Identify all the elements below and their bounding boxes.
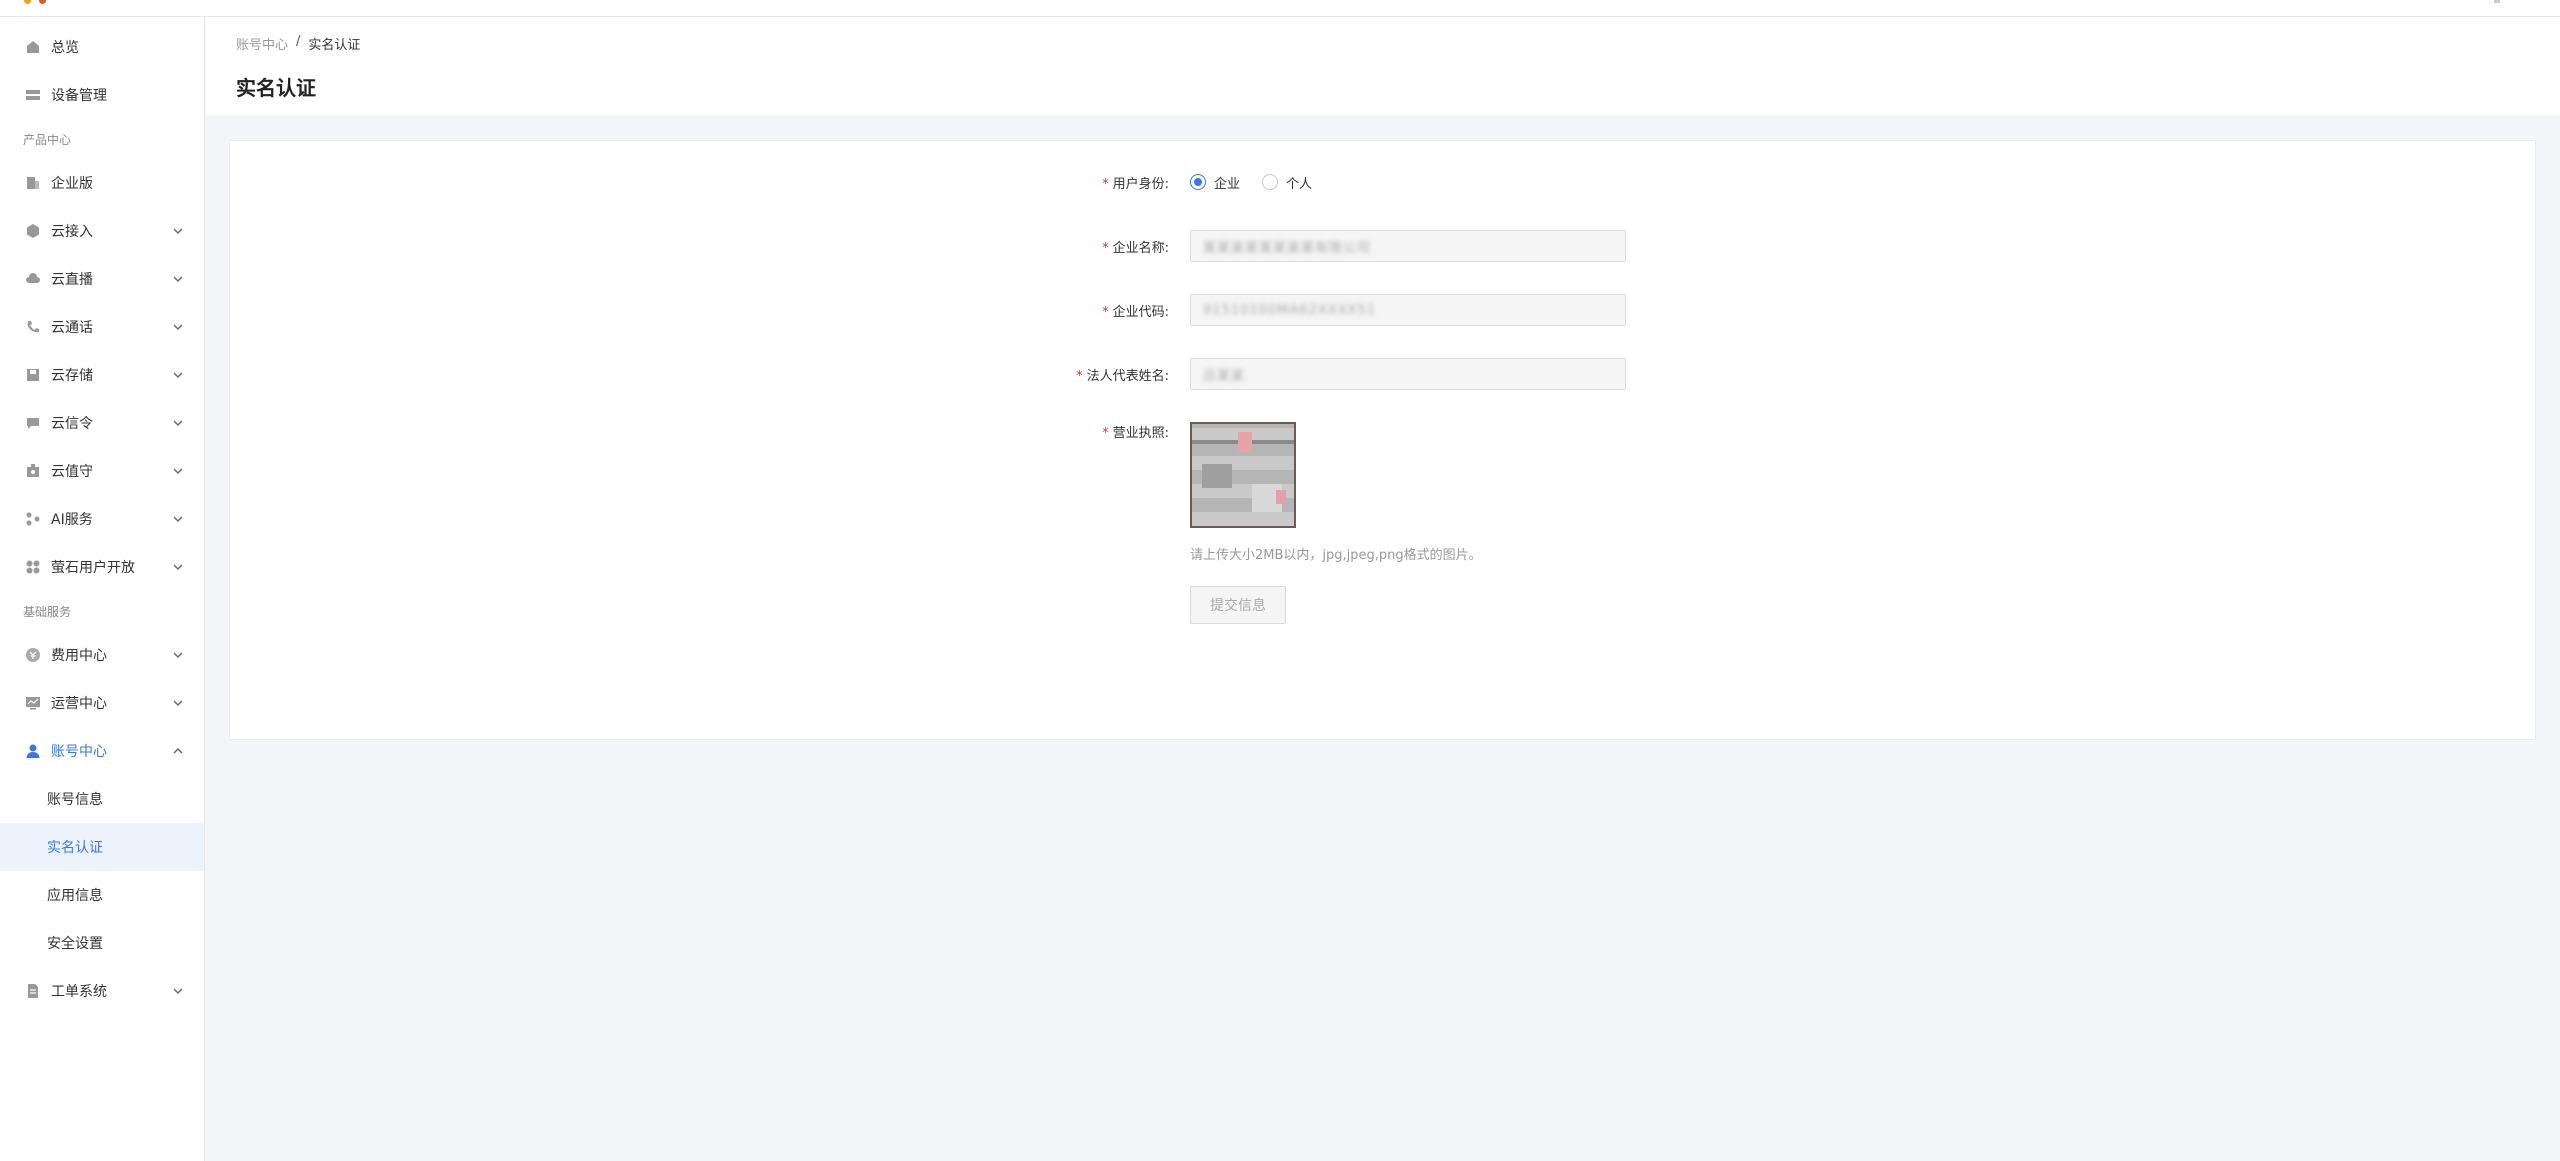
company-code-input[interactable]: 91510100MA62XXXX51 [1190, 294, 1626, 326]
sidebar-subitem-real-name[interactable]: 实名认证 [0, 823, 204, 871]
section-label-product: 产品中心 [23, 132, 72, 147]
chevron-down-icon [173, 372, 183, 378]
identity-radio-group: 企业 个人 [1190, 173, 1334, 192]
chevron-down-icon [173, 468, 183, 474]
fee-icon [25, 647, 41, 663]
sidebar-item-cloud-live[interactable]: 云直播 [0, 255, 204, 303]
home-icon [25, 39, 41, 55]
cloud-live-icon [25, 271, 41, 287]
sidebar-subitem-account-info[interactable]: 账号信息 [0, 775, 204, 823]
radio-label-personal[interactable]: 个人 [1286, 173, 1312, 192]
chevron-down-icon [173, 652, 183, 658]
user-icon [25, 743, 41, 759]
sidebar-item-label: 云接入 [51, 224, 93, 240]
breadcrumb-separator: / [296, 34, 301, 49]
guard-icon [25, 463, 41, 479]
page-header: 账号中心 / 实名认证 实名认证 [206, 17, 2560, 115]
radio-personal[interactable] [1262, 174, 1279, 190]
sidebar-item-cloud-call[interactable]: 云通话 [0, 303, 204, 351]
sidebar-item-device[interactable]: 设备管理 [0, 71, 204, 119]
sidebar-item-label: 费用中心 [51, 648, 107, 664]
sidebar-item-label: 云存储 [51, 368, 93, 384]
chevron-down-icon [173, 420, 183, 426]
message-icon [25, 415, 41, 431]
breadcrumb-current: 实名认证 [308, 38, 361, 53]
chevron-down-icon [173, 324, 183, 330]
phone-icon [25, 319, 41, 335]
sidebar-subitem-security[interactable]: 安全设置 [0, 919, 204, 967]
sidebar-subitem-app-info[interactable]: 应用信息 [0, 871, 204, 919]
chevron-down-icon [173, 988, 183, 994]
building-icon [25, 175, 41, 191]
sidebar-item-enterprise[interactable]: 企业版 [0, 159, 204, 207]
sidebar-item-label: 萤石用户开放 [51, 560, 135, 576]
identity-label: * 用户身份: [1102, 176, 1169, 192]
sidebar-item-cloud-signal[interactable]: 云信令 [0, 399, 204, 447]
sidebar-item-label: AI服务 [51, 512, 93, 528]
sidebar-item-operations[interactable]: 运营中心 [0, 679, 204, 727]
top-bar [0, 0, 2560, 17]
operations-icon [25, 695, 41, 711]
sidebar-item-label: 总览 [51, 40, 79, 56]
chevron-down-icon [173, 228, 183, 234]
device-icon [25, 87, 41, 103]
sidebar-item-label: 云信令 [51, 416, 93, 432]
form-row-legal-rep: * 法人代表姓名: 吕某某 [230, 358, 2535, 390]
sidebar-item-label: 账号中心 [51, 744, 107, 760]
sidebar-item-label: 企业版 [51, 176, 93, 192]
company-code-value: 91510100MA62XXXX51 [1203, 302, 1376, 318]
real-name-form-card: * 用户身份: 企业 个人 * 企业名称: 某某某某某某某某有限公司 * 企业代码: … [229, 140, 2536, 740]
sidebar-item-overview[interactable]: 总览 [0, 23, 204, 71]
chevron-up-icon [173, 748, 183, 754]
license-label: * 营业执照: [1102, 426, 1169, 441]
company-name-label: * 企业名称: [1102, 240, 1169, 256]
cloud-access-icon [25, 223, 41, 239]
legal-rep-value: 吕某某 [1203, 368, 1246, 384]
breadcrumb: 账号中心 / 实名认证 [236, 34, 360, 53]
radio-enterprise[interactable] [1190, 174, 1206, 190]
form-row-company-code: * 企业代码: 91510100MA62XXXX51 [230, 294, 2535, 326]
sidebar-item-cloud-access[interactable]: 云接入 [0, 207, 204, 255]
sidebar-item-label: 云通话 [51, 320, 93, 336]
ai-icon [25, 511, 41, 527]
license-image-thumbnail[interactable] [1190, 422, 1296, 528]
sidebar-item-users-open[interactable]: 萤石用户开放 [0, 543, 204, 591]
chevron-down-icon [173, 516, 183, 522]
sidebar-item-cloud-storage[interactable]: 云存储 [0, 351, 204, 399]
company-code-label: * 企业代码: [1102, 304, 1169, 320]
sidebar-item-label: 云值守 [51, 464, 93, 480]
chevron-down-icon [173, 564, 183, 570]
upload-hint: 请上传大小2MB以内，jpg,jpeg,png格式的图片。 [1190, 548, 1482, 563]
sidebar-item-label: 云直播 [51, 272, 93, 288]
form-row-company-name: * 企业名称: 某某某某某某某某有限公司 [230, 230, 2535, 262]
ticket-icon [25, 983, 41, 999]
legal-rep-label: * 法人代表姓名: [1076, 368, 1169, 384]
page-title: 实名认证 [236, 76, 316, 100]
sidebar: 总览 设备管理 产品中心 企业版 云接入 云直播 云通话 云存储 云信令 云值守… [0, 17, 205, 1161]
legal-rep-input[interactable]: 吕某某 [1190, 358, 1626, 390]
sidebar-item-ai[interactable]: AI服务 [0, 495, 204, 543]
form-row-license: * 营业执照: [230, 422, 2535, 528]
sidebar-item-label: 工单系统 [51, 984, 107, 1000]
sidebar-item-label: 运营中心 [51, 696, 107, 712]
form-row-identity: * 用户身份: 企业 个人 [230, 166, 2535, 198]
storage-icon [25, 367, 41, 383]
chevron-down-icon [173, 700, 183, 706]
chevron-down-icon [173, 276, 183, 282]
user-menu-icon[interactable] [2494, 0, 2500, 3]
sidebar-item-cloud-guard[interactable]: 云值守 [0, 447, 204, 495]
section-label-basic: 基础服务 [23, 604, 72, 619]
submit-button[interactable]: 提交信息 [1190, 586, 1286, 624]
sidebar-item-ticket[interactable]: 工单系统 [0, 967, 204, 1015]
sidebar-item-fee[interactable]: 费用中心 [0, 631, 204, 679]
users-open-icon [25, 559, 41, 575]
sidebar-item-account[interactable]: 账号中心 [0, 727, 204, 775]
company-name-value: 某某某某某某某某有限公司 [1203, 240, 1372, 256]
breadcrumb-parent[interactable]: 账号中心 [236, 34, 288, 53]
sidebar-item-label: 设备管理 [51, 88, 107, 104]
radio-label-enterprise[interactable]: 企业 [1214, 173, 1240, 192]
company-name-input[interactable]: 某某某某某某某某有限公司 [1190, 230, 1626, 262]
logo [24, 0, 46, 4]
